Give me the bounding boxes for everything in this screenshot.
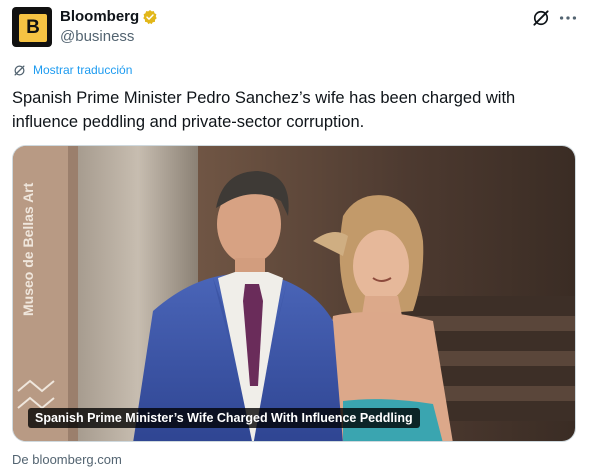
author-handle[interactable]: @business <box>60 28 134 46</box>
author-name[interactable]: Bloomberg <box>60 8 139 26</box>
media-caption: Spanish Prime Minister’s Wife Charged Wi… <box>28 408 420 428</box>
museum-sign-text: Museo de Bellas Art <box>20 182 36 316</box>
media-card[interactable]: Museo de Bellas Art Spanish Prime Minist… <box>12 145 576 442</box>
tweet-text: Spanish Prime Minister Pedro Sanchez’s w… <box>12 89 516 131</box>
news-photo: Museo de Bellas Art <box>13 146 575 441</box>
tweet-header: B Bloomberg @business <box>12 7 581 49</box>
bloomberg-logo: B <box>19 14 47 42</box>
more-options-icon[interactable] <box>557 8 579 28</box>
grok-icon[interactable] <box>531 8 551 28</box>
verified-badge-icon <box>143 10 157 25</box>
show-translation-label: Mostrar traducción <box>33 63 133 77</box>
translate-grok-icon <box>14 65 25 76</box>
show-translation-link[interactable]: Mostrar traducción <box>12 63 132 78</box>
author-avatar[interactable]: B <box>12 7 52 47</box>
link-source[interactable]: De bloomberg.com <box>12 452 122 468</box>
author-name-row: Bloomberg <box>60 8 158 26</box>
